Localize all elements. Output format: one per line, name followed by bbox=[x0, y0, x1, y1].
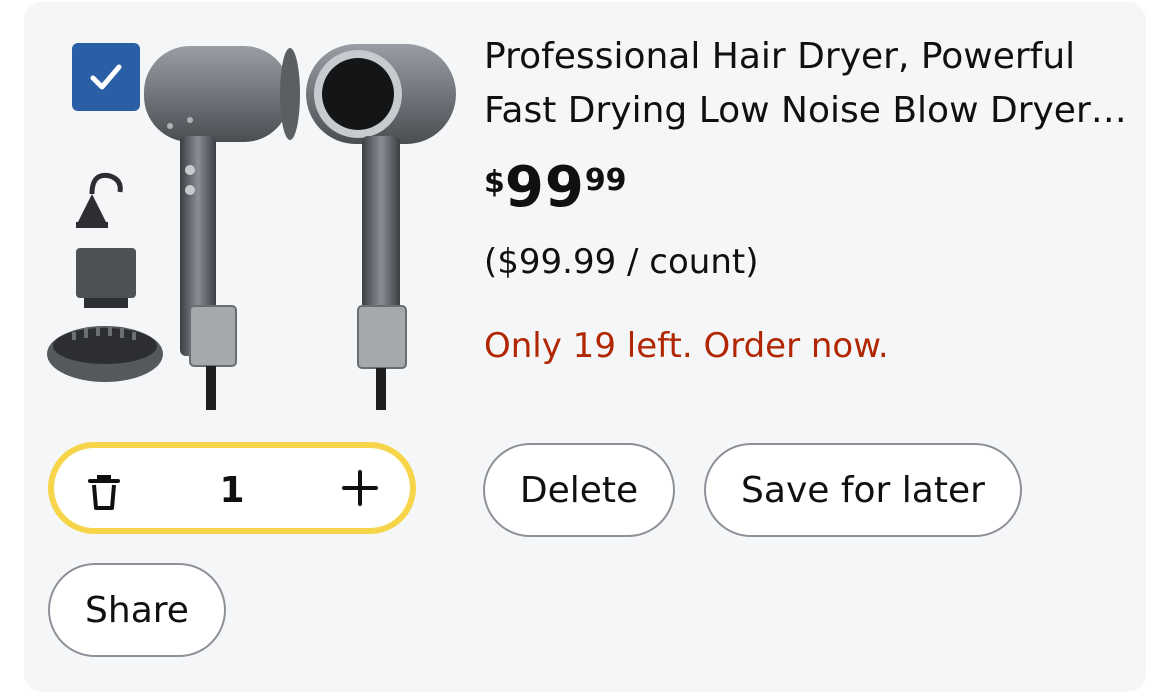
save-for-later-button[interactable]: Save for later bbox=[704, 443, 1022, 537]
checkmark-icon bbox=[90, 64, 122, 90]
quantity-stepper: 1 bbox=[48, 442, 416, 534]
plus-icon[interactable] bbox=[340, 468, 380, 508]
delete-button[interactable]: Delete bbox=[483, 443, 675, 537]
price-currency: $ bbox=[484, 165, 505, 200]
select-item-checkbox[interactable] bbox=[72, 43, 140, 111]
price-fraction: 99 bbox=[584, 163, 627, 198]
unit-price: ($99.99 / count) bbox=[484, 242, 759, 282]
price-whole: 99 bbox=[504, 155, 585, 220]
stock-message: Only 19 left. Order now. bbox=[484, 326, 889, 366]
product-title[interactable]: Professional Hair Dryer, Powerful Fast D… bbox=[484, 30, 1134, 138]
share-button[interactable]: Share bbox=[48, 563, 226, 657]
product-price: $ 99 99 bbox=[484, 160, 627, 216]
